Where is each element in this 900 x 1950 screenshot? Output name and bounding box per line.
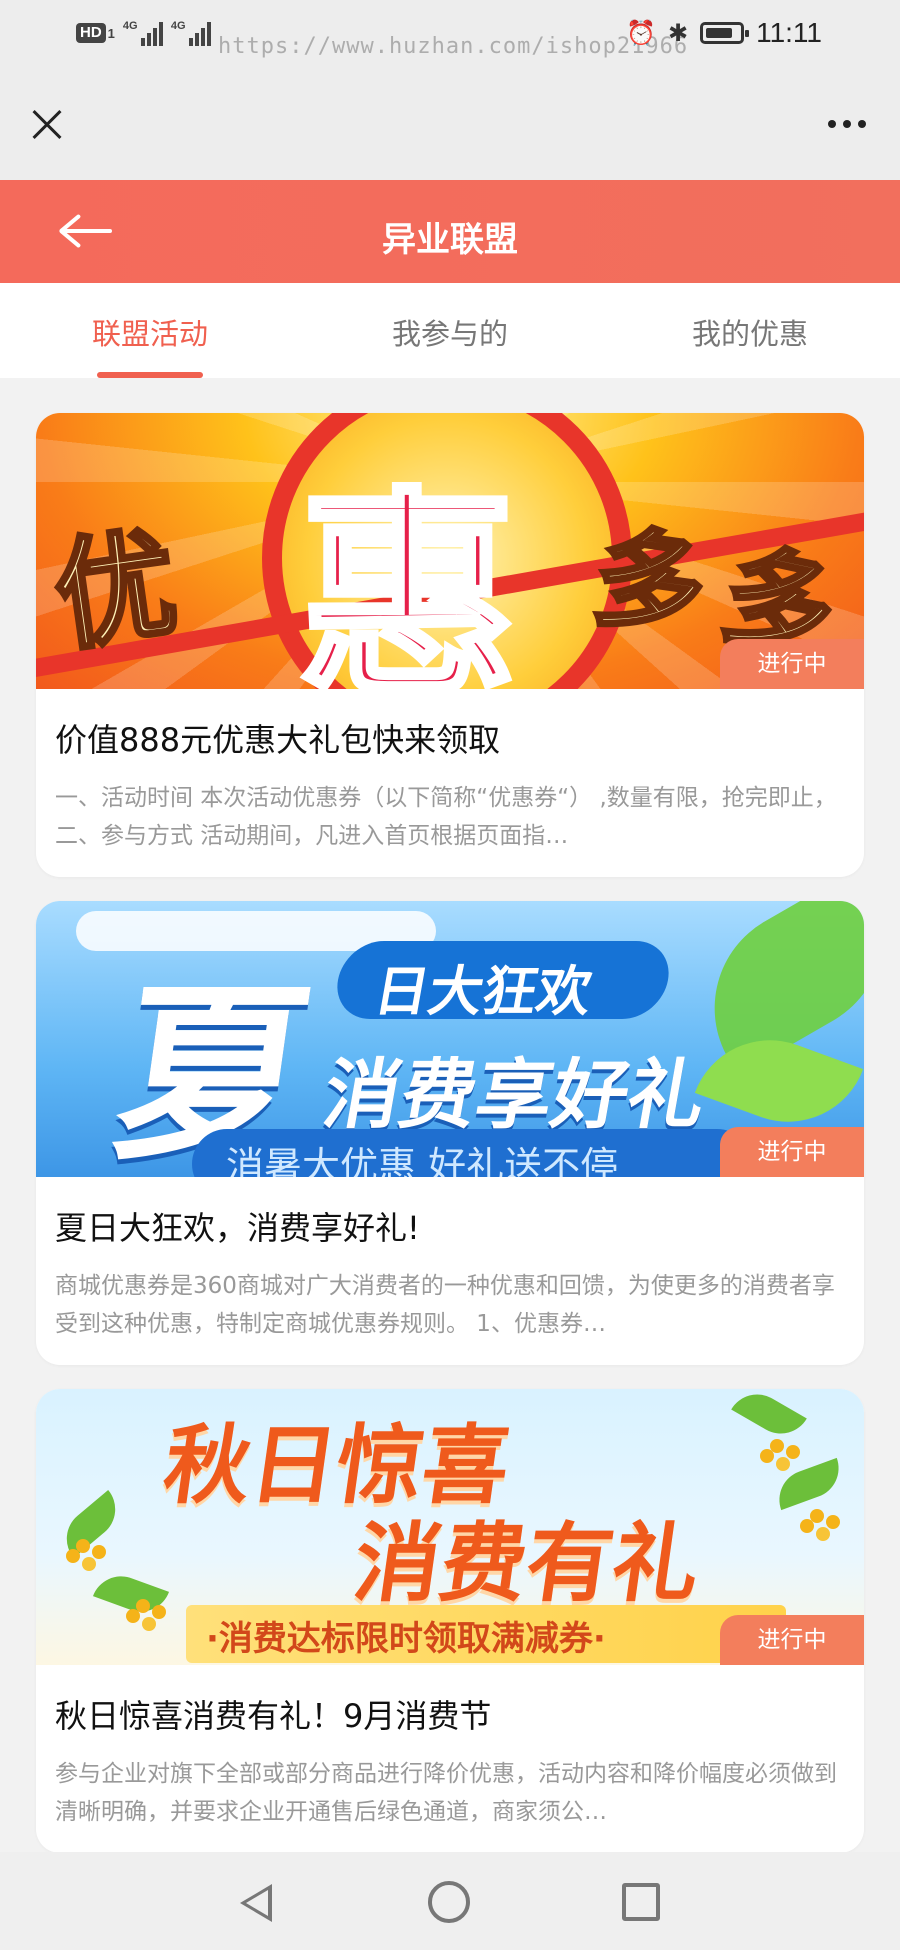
activity-card[interactable]: 优 惠 多 多 进行中 价值888元优惠大礼包快来领取 一、活动时间 本次活动优… (36, 413, 864, 877)
activity-card[interactable]: 夏 日大狂欢 消费享好礼 消暑大优惠 好礼送不停 进行中 夏日大狂欢，消费享好礼… (36, 901, 864, 1365)
tab-bar: 联盟活动 我参与的 我的优惠 (0, 283, 900, 378)
status-badge: 进行中 (720, 1127, 864, 1177)
tab-my-participation[interactable]: 我参与的 (300, 283, 600, 378)
activity-description: 参与企业对旗下全部或部分商品进行降价优惠，活动内容和降价幅度必须做到清晰明确，并… (55, 1761, 837, 1825)
watermark: https://www.huzhan.com/ishop21966 (218, 34, 689, 59)
hd-icon: HD (76, 23, 106, 43)
banner-text: ·消费达标限时领取满减券· (206, 1619, 606, 1659)
activity-title: 秋日惊喜消费有礼！9月消费节 (55, 1697, 492, 1735)
banner-text: 惠 (295, 466, 521, 689)
alarm-icon: ⏰ (626, 19, 656, 47)
banner-text: 消费有礼 (347, 1514, 706, 1614)
signal-icon: 4G (123, 20, 163, 46)
clock: 11:11 (756, 17, 822, 48)
activity-banner: 夏 日大狂欢 消费享好礼 消暑大优惠 好礼送不停 进行中 (36, 901, 864, 1177)
status-bar: HD 1 4G 4G https://www.huzhan.com/ishop2… (0, 0, 900, 70)
activity-title: 价值888元优惠大礼包快来领取 (55, 721, 501, 759)
activity-card[interactable]: 秋日惊喜 消费有礼 ·消费达标限时领取满减券· 进行中 秋日惊喜消费有礼！9月消… (36, 1389, 864, 1853)
activity-description: 商城优惠券是360商城对广大消费者的一种优惠和回馈，为使更多的消费者享受到这种优… (55, 1273, 835, 1337)
system-nav-bar (0, 1852, 900, 1950)
banner-text: 多 (584, 510, 715, 656)
network-type-label-2: 4G (170, 20, 186, 32)
activity-list: 优 惠 多 多 进行中 价值888元优惠大礼包快来领取 一、活动时间 本次活动优… (36, 413, 864, 1877)
page-header: 异业联盟 (0, 180, 900, 283)
activity-description: 一、活动时间 本次活动优惠券（以下简称“优惠券“） ,数量有限，抢完即止， 二、… (55, 785, 837, 849)
network-type-label: 4G (122, 20, 138, 32)
page-title: 异业联盟 (382, 220, 518, 260)
nav-back-icon[interactable] (240, 1884, 272, 1922)
nav-recents-icon[interactable] (622, 1883, 660, 1921)
signal-icon-2: 4G (171, 20, 211, 46)
status-right: ⏰ ✱ 11:11 (626, 17, 822, 49)
banner-text: 消费享好礼 (317, 1050, 713, 1139)
nav-home-icon[interactable] (428, 1881, 470, 1923)
banner-text: 优 (45, 512, 187, 670)
battery-icon (700, 22, 750, 44)
banner-text: 日大狂欢 (369, 960, 597, 1023)
close-icon[interactable] (26, 105, 66, 145)
hd-sub-label: 1 (107, 25, 115, 41)
status-badge: 进行中 (720, 639, 864, 689)
tab-my-offers[interactable]: 我的优惠 (600, 283, 900, 378)
activity-title: 夏日大狂欢，消费享好礼! (55, 1209, 420, 1247)
more-icon[interactable] (828, 120, 866, 128)
activity-banner: 优 惠 多 多 进行中 (36, 413, 864, 689)
activity-banner: 秋日惊喜 消费有礼 ·消费达标限时领取满减券· 进行中 (36, 1389, 864, 1665)
banner-text: 消暑大优惠 好礼送不停 (226, 1144, 619, 1177)
status-badge: 进行中 (720, 1615, 864, 1665)
bluetooth-icon: ✱ (667, 19, 689, 47)
mini-program-bar (0, 70, 900, 180)
status-left: HD 1 4G 4G (76, 20, 211, 46)
tab-alliance-activities[interactable]: 联盟活动 (0, 283, 300, 378)
